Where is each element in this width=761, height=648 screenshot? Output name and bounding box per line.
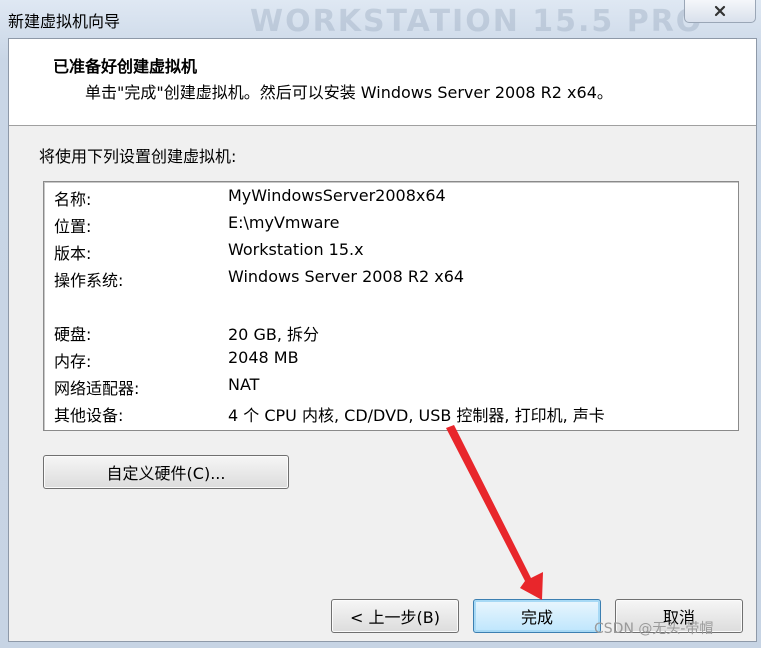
back-button[interactable]: < 上一步(B) xyxy=(331,599,459,633)
summary-value: 20 GB, 拆分 xyxy=(228,325,319,344)
customize-hardware-button[interactable]: 自定义硬件(C)... xyxy=(43,455,289,489)
summary-row-devices: 其他设备: 4 个 CPU 内核, CD/DVD, USB 控制器, 打印机, … xyxy=(54,402,734,428)
summary-label: 硬盘: xyxy=(54,325,92,344)
summary-label: 版本: xyxy=(54,244,92,263)
wizard-window: 新建虚拟机向导 WORKSTATION 15.5 PRO 已准备好创建虚拟机 单… xyxy=(0,0,761,648)
summary-value: NAT xyxy=(228,375,260,394)
summary-row-location: 位置: E:\myVmware xyxy=(54,213,734,239)
summary-row-memory: 内存: 2048 MB xyxy=(54,348,734,374)
csdn-watermark: CSDN @无头-带帽 xyxy=(594,621,714,637)
summary-label: 位置: xyxy=(54,217,92,236)
settings-summary-box: 名称: MyWindowsServer2008x64 位置: E:\myVmwa… xyxy=(43,181,739,431)
product-watermark: WORKSTATION 15.5 PRO xyxy=(250,4,704,39)
summary-label: 内存: xyxy=(54,352,92,371)
summary-row-os: 操作系统: Windows Server 2008 R2 x64 xyxy=(54,267,734,293)
summary-label: 操作系统: xyxy=(54,271,124,290)
summary-value: E:\myVmware xyxy=(228,213,340,232)
close-button[interactable] xyxy=(684,0,756,23)
close-icon xyxy=(714,5,726,17)
summary-label: 网络适配器: xyxy=(54,379,140,398)
summary-value: Workstation 15.x xyxy=(228,240,364,259)
window-title: 新建虚拟机向导 xyxy=(8,12,121,31)
summary-value: 4 个 CPU 内核, CD/DVD, USB 控制器, 打印机, 声卡 xyxy=(228,406,605,425)
summary-value: 2048 MB xyxy=(228,348,299,367)
summary-row-disk: 硬盘: 20 GB, 拆分 xyxy=(54,321,734,347)
page-subtitle: 单击"完成"创建虚拟机。然后可以安装 Windows Server 2008 R… xyxy=(85,83,613,102)
summary-value: Windows Server 2008 R2 x64 xyxy=(228,267,465,286)
page-title: 已准备好创建虚拟机 xyxy=(53,57,198,76)
summary-label: 名称: xyxy=(54,190,92,209)
summary-row-name: 名称: MyWindowsServer2008x64 xyxy=(54,186,734,212)
summary-row-network: 网络适配器: NAT xyxy=(54,375,734,401)
wizard-header: 已准备好创建虚拟机 单击"完成"创建虚拟机。然后可以安装 Windows Ser… xyxy=(9,39,756,126)
summary-row-version: 版本: Workstation 15.x xyxy=(54,240,734,266)
summary-label: 其他设备: xyxy=(54,406,124,425)
title-bar[interactable]: 新建虚拟机向导 WORKSTATION 15.5 PRO xyxy=(0,0,761,39)
settings-intro: 将使用下列设置创建虚拟机: xyxy=(39,147,237,166)
wizard-body: 已准备好创建虚拟机 单击"完成"创建虚拟机。然后可以安装 Windows Ser… xyxy=(8,38,757,642)
summary-value: MyWindowsServer2008x64 xyxy=(228,186,446,205)
finish-button[interactable]: 完成 xyxy=(473,599,601,633)
